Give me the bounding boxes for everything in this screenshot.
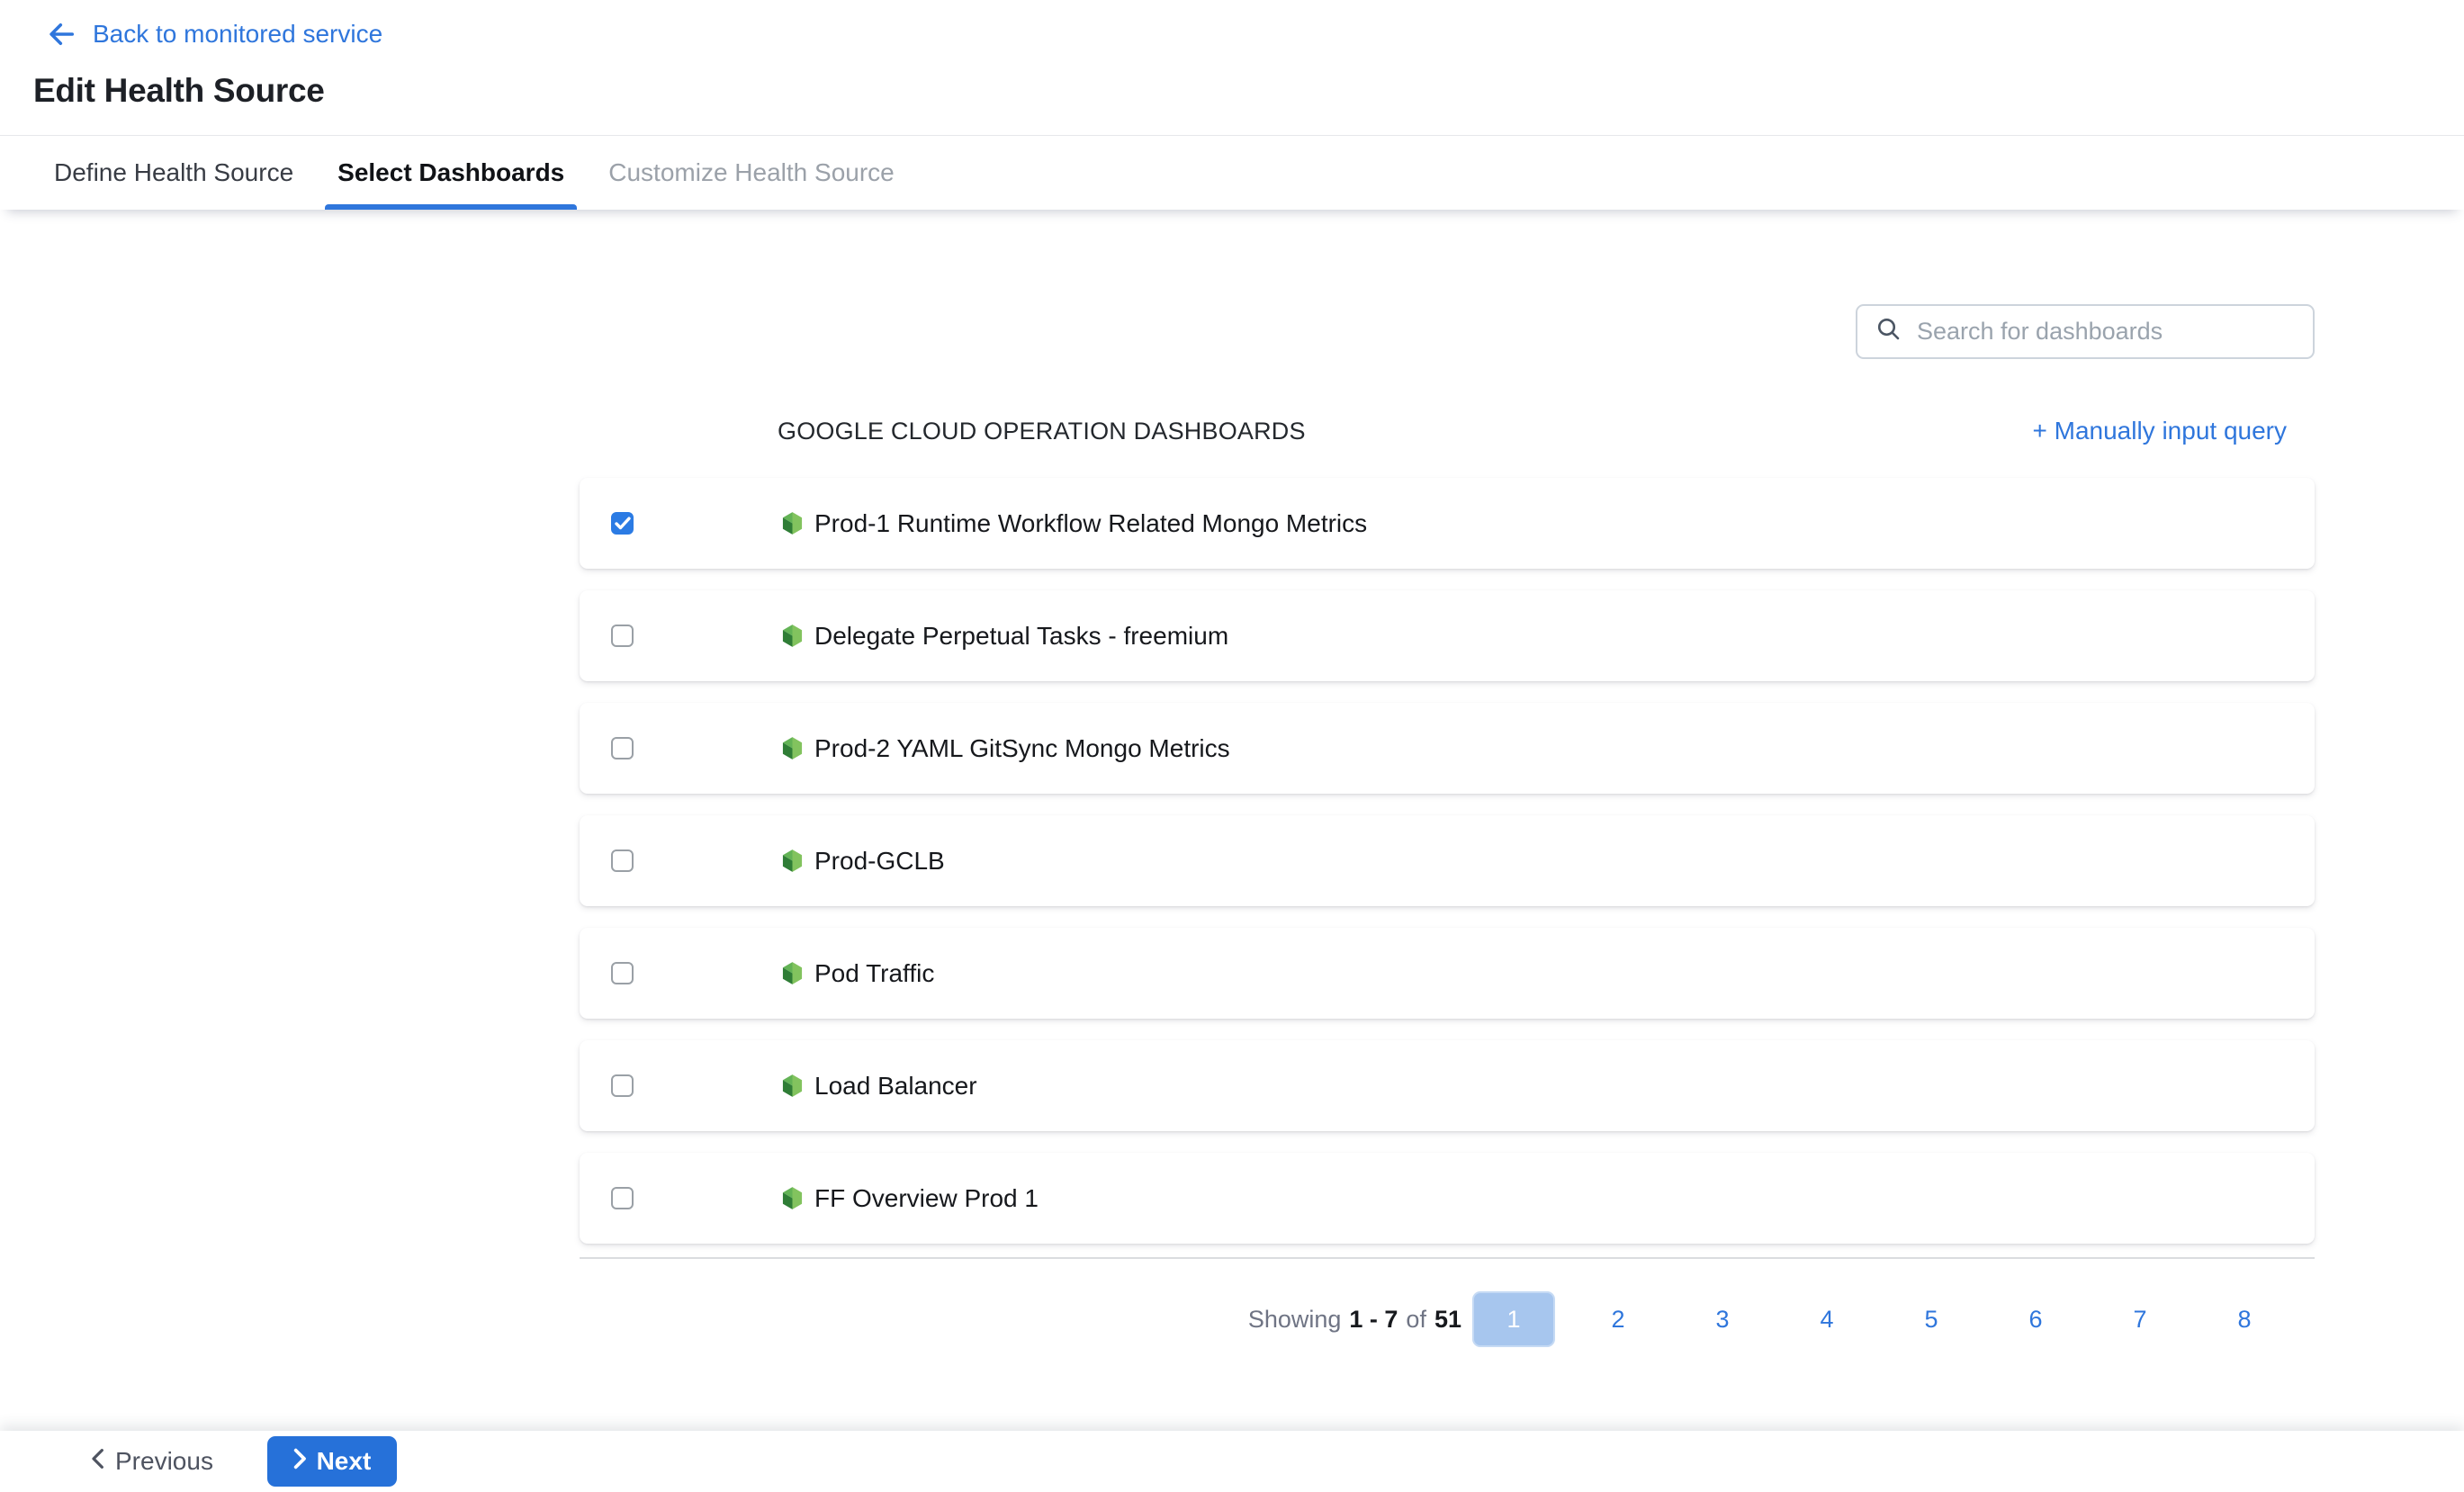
dashboard-row[interactable]: Prod-2 YAML GitSync Mongo Metrics [580, 703, 2315, 794]
dashboard-row[interactable]: Load Balancer [580, 1040, 2315, 1131]
tab-select-dashboards[interactable]: Select Dashboards [337, 136, 564, 210]
pagination-divider [580, 1257, 2315, 1259]
page-cell: 8 [2192, 1291, 2297, 1347]
row-checkbox[interactable] [611, 512, 634, 535]
back-link[interactable]: Back to monitored service [46, 20, 382, 49]
page-button[interactable]: 4 [1820, 1306, 1833, 1334]
dashboard-row[interactable]: Pod Traffic [580, 928, 2315, 1019]
previous-label: Previous [115, 1447, 213, 1476]
page-button[interactable]: 8 [2237, 1306, 2251, 1334]
showing-prefix: Showing [1248, 1306, 1342, 1334]
next-button[interactable]: Next [267, 1436, 397, 1487]
showing-of: of [1406, 1306, 1426, 1334]
hexagon-icon [780, 1074, 805, 1098]
dashboard-list: Prod-1 Runtime Workflow Related Mongo Me… [580, 478, 2315, 1244]
page-cell: 1 [1461, 1291, 1566, 1347]
row-checkbox[interactable] [611, 1187, 634, 1209]
hexagon-icon [780, 624, 805, 648]
row-checkbox[interactable] [611, 625, 634, 647]
row-label: Delegate Perpetual Tasks - freemium [814, 622, 1228, 651]
manually-input-query-link[interactable]: + Manually input query [2032, 417, 2287, 445]
hexagon-icon [780, 736, 805, 760]
hexagon-icon [780, 1186, 805, 1210]
row-label: Prod-1 Runtime Workflow Related Mongo Me… [814, 509, 1367, 538]
page-header: Back to monitored service Edit Health So… [0, 0, 2464, 110]
showing-total: 51 [1434, 1306, 1461, 1334]
row-checkbox[interactable] [611, 849, 634, 872]
row-checkbox[interactable] [611, 1074, 634, 1097]
section-title: GOOGLE CLOUD OPERATION DASHBOARDS [778, 418, 1306, 445]
pagination-pages: 1 2 3 4 5 6 7 8 [1461, 1291, 2297, 1347]
dashboard-row[interactable]: Prod-1 Runtime Workflow Related Mongo Me… [580, 478, 2315, 569]
page-cell: 6 [1983, 1291, 2088, 1347]
tab-customize-health-source[interactable]: Customize Health Source [608, 136, 894, 210]
showing-range: 1 - 7 [1349, 1306, 1398, 1334]
page-cell: 2 [1566, 1291, 1670, 1347]
row-checkbox[interactable] [611, 737, 634, 759]
tab-define-health-source[interactable]: Define Health Source [54, 136, 293, 210]
page-button[interactable]: 5 [1924, 1306, 1938, 1334]
hexagon-icon [780, 511, 805, 535]
content-area: GOOGLE CLOUD OPERATION DASHBOARDS + Manu… [0, 216, 2464, 1391]
pagination: Showing 1 - 7 of 51 1 2 3 4 5 6 7 [580, 1291, 2315, 1347]
dashboard-row[interactable]: FF Overview Prod 1 [580, 1153, 2315, 1244]
dashboard-row[interactable]: Prod-GCLB [580, 815, 2315, 906]
back-link-label: Back to monitored service [93, 20, 382, 49]
page-cell: 5 [1879, 1291, 1983, 1347]
search-input[interactable] [1917, 318, 2295, 346]
tab-strip: Define Health Source Select Dashboards C… [0, 135, 2464, 210]
page-title: Edit Health Source [33, 72, 2464, 110]
row-label: FF Overview Prod 1 [814, 1184, 1039, 1213]
page-cell: 7 [2088, 1291, 2192, 1347]
next-label: Next [317, 1447, 372, 1476]
row-label: Load Balancer [814, 1072, 977, 1101]
chevron-left-icon [90, 1447, 104, 1476]
dashboard-row[interactable]: Delegate Perpetual Tasks - freemium [580, 590, 2315, 681]
page-button[interactable]: 1 [1472, 1291, 1555, 1347]
page-cell: 3 [1670, 1291, 1775, 1347]
row-label: Prod-GCLB [814, 847, 945, 876]
page-button[interactable]: 3 [1715, 1306, 1729, 1334]
search-icon [1875, 316, 1902, 347]
check-icon [615, 517, 631, 530]
row-label: Pod Traffic [814, 959, 934, 988]
search-box [1856, 304, 2315, 359]
pagination-summary: Showing 1 - 7 of 51 [1248, 1306, 1461, 1334]
hexagon-icon [780, 961, 805, 985]
previous-button[interactable]: Previous [90, 1447, 213, 1476]
page-button[interactable]: 6 [2028, 1306, 2042, 1334]
row-label: Prod-2 YAML GitSync Mongo Metrics [814, 734, 1230, 763]
page-cell: 4 [1775, 1291, 1879, 1347]
row-checkbox[interactable] [611, 962, 634, 984]
chevron-right-icon [293, 1447, 308, 1476]
page-button[interactable]: 2 [1611, 1306, 1624, 1334]
footer-bar: Previous Next [0, 1431, 2464, 1492]
hexagon-icon [780, 849, 805, 873]
section-header-row: GOOGLE CLOUD OPERATION DASHBOARDS + Manu… [580, 407, 2315, 455]
arrow-left-icon [46, 21, 76, 48]
page-button[interactable]: 7 [2133, 1306, 2146, 1334]
